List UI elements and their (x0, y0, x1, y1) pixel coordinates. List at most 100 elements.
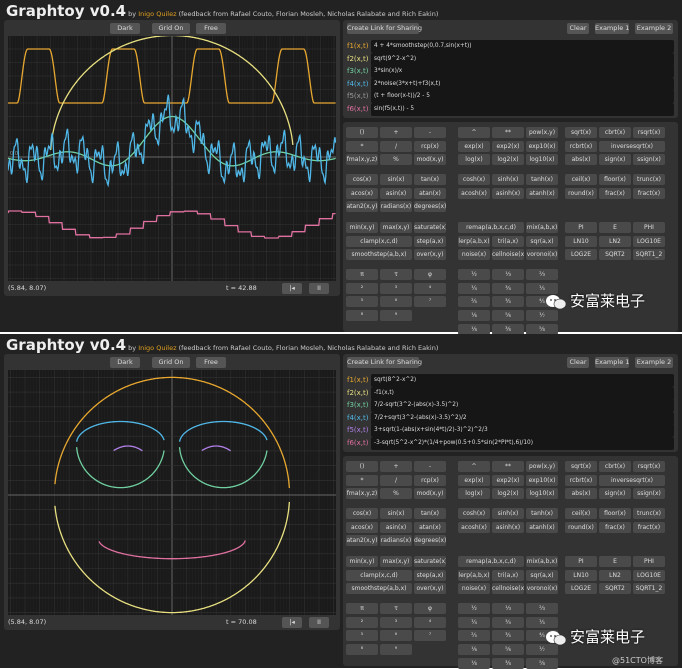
formula-input-f1[interactable]: 4 + 4*smoothstep(0,0.7,sin(x+t)) (371, 40, 674, 53)
key-button[interactable]: sqrt(x) (565, 461, 597, 472)
key-button[interactable]: ⅖ (458, 630, 490, 642)
key-button[interactable]: ⅙ (458, 310, 490, 322)
key-button[interactable]: ⁸ (346, 310, 378, 322)
formula-input-f6[interactable]: sin(f5(x,t)) - 5 (371, 102, 674, 116)
key-button[interactable]: sinh(x) (492, 508, 524, 519)
key-button[interactable]: degrees(x) (414, 201, 446, 213)
key-button[interactable]: ⅐ (526, 310, 558, 322)
key-button[interactable]: % (380, 154, 412, 166)
free-button[interactable]: Free (196, 23, 226, 34)
key-button[interactable]: log(x) (458, 154, 490, 166)
key-button[interactable]: sign(x) (599, 488, 631, 500)
formula-input-f3[interactable]: 3*sin(x)/x (371, 65, 674, 78)
key-button[interactable]: SQRT1_2 (633, 583, 665, 595)
key-button[interactable]: LN10 (565, 569, 597, 581)
key-button[interactable]: PI (565, 222, 597, 233)
key-button[interactable]: - (414, 461, 446, 472)
key-button[interactable]: tri(a,x) (492, 235, 524, 247)
key-button[interactable]: τ (380, 269, 412, 280)
key-button[interactable]: ** (492, 127, 524, 138)
key-button[interactable]: over(x,y) (414, 249, 446, 261)
key-button[interactable]: remap(a,b,x,c,d) (458, 556, 524, 567)
key-button[interactable]: tan(x) (414, 174, 446, 185)
key-button[interactable]: ⁵ (346, 630, 378, 642)
key-button[interactable]: exp2(x) (492, 140, 524, 152)
key-button[interactable]: ³ (380, 282, 412, 294)
key-button[interactable]: acosh(x) (458, 187, 490, 199)
key-button[interactable]: ⁹ (380, 310, 412, 322)
key-button[interactable]: cellnoise(x) (492, 249, 524, 261)
graph-canvas[interactable]: 0.0 (1, 34, 337, 281)
reset-time-button[interactable]: |◂ (282, 617, 302, 628)
key-button[interactable]: cbrt(x) (599, 461, 631, 472)
key-button[interactable]: trunc(x) (633, 508, 665, 519)
key-button[interactable]: smoothstep(a,b,x) (346, 249, 412, 261)
key-button[interactable]: * (346, 474, 378, 486)
key-button[interactable]: ⅚ (492, 644, 524, 656)
ex1-button[interactable]: Example 1 (595, 357, 629, 368)
formula-input-f6[interactable]: -3-sqrt(5^2-x^2)*(1/4+pow(0.5+0.5*sin(2*… (371, 436, 674, 450)
key-button[interactable]: ⁷ (414, 630, 446, 642)
key-button[interactable]: () (346, 127, 378, 138)
key-button[interactable]: atan(x) (414, 521, 446, 533)
dark-button[interactable]: Dark (110, 357, 140, 368)
key-button[interactable]: acos(x) (346, 521, 378, 533)
key-button[interactable]: atanh(x) (526, 521, 558, 533)
key-button[interactable]: lerp(a,b,x) (458, 235, 490, 247)
key-button[interactable]: sqrt(x) (565, 127, 597, 138)
key-button[interactable]: smoothstep(a,b,x) (346, 583, 412, 595)
key-button[interactable]: LOG2E (565, 583, 597, 595)
key-button[interactable]: sqr(a,x) (526, 569, 558, 581)
key-button[interactable]: LOG10E (633, 569, 665, 581)
key-button[interactable]: SQRT2 (599, 249, 631, 261)
key-button[interactable]: rcbrt(x) (565, 474, 597, 486)
key-button[interactable]: sinh(x) (492, 174, 524, 185)
key-button[interactable]: ⅚ (492, 310, 524, 322)
key-button[interactable]: log10(x) (526, 154, 558, 166)
share-link-button[interactable]: Create Link for Sharing (347, 23, 422, 34)
key-button[interactable]: cosh(x) (458, 508, 490, 519)
key-button[interactable]: ⁴ (414, 616, 446, 628)
key-button[interactable]: ⁷ (414, 296, 446, 308)
key-button[interactable]: φ (414, 603, 446, 614)
key-button[interactable]: asinh(x) (492, 187, 524, 199)
key-button[interactable]: tanh(x) (526, 174, 558, 185)
key-button[interactable]: frac(x) (599, 521, 631, 533)
key-button[interactable]: asin(x) (380, 521, 412, 533)
ex1-button[interactable]: Example 1 (595, 23, 629, 34)
key-button[interactable]: sin(x) (380, 508, 412, 519)
key-button[interactable]: trunc(x) (633, 174, 665, 185)
key-button[interactable]: π (346, 269, 378, 280)
key-button[interactable]: exp(x) (458, 474, 490, 486)
key-button[interactable]: step(a,x) (414, 235, 446, 247)
key-button[interactable]: ½ (458, 269, 490, 280)
key-button[interactable]: ⅔ (526, 269, 558, 280)
formula-input-f1[interactable]: sqrt(8^2-x^2) (371, 374, 674, 387)
key-button[interactable]: atan2(x,y) (346, 535, 378, 547)
key-button[interactable]: cellnoise(x) (492, 583, 524, 595)
key-button[interactable]: lerp(a,b,x) (458, 569, 490, 581)
key-button[interactable]: asinh(x) (492, 521, 524, 533)
key-button[interactable]: ¾ (492, 282, 524, 294)
key-button[interactable]: ⅔ (526, 603, 558, 614)
key-button[interactable]: cos(x) (346, 174, 378, 185)
key-button[interactable]: round(x) (565, 521, 597, 533)
key-button[interactable]: ⁹ (380, 644, 412, 656)
key-button[interactable]: saturate(x) (414, 222, 446, 233)
key-button[interactable]: abs(x) (565, 154, 597, 166)
key-button[interactable]: * (346, 140, 378, 152)
key-button[interactable]: round(x) (565, 187, 597, 199)
key-button[interactable]: pow(x,y) (526, 461, 558, 472)
key-button[interactable]: PI (565, 556, 597, 567)
graph-canvas[interactable] (1, 370, 336, 615)
key-button[interactable]: / (380, 140, 412, 152)
key-button[interactable]: cbrt(x) (599, 127, 631, 138)
key-button[interactable]: noise(x) (458, 249, 490, 261)
formula-input-f4[interactable]: 2*noise(3*x+t)+f3(x,t) (371, 77, 674, 91)
key-button[interactable]: ³ (380, 616, 412, 628)
key-button[interactable]: PHI (633, 222, 665, 233)
formula-input-f5[interactable]: (t + floor(x-t))/2 - 5 (371, 90, 674, 103)
key-button[interactable]: atan(x) (414, 187, 446, 199)
key-button[interactable]: clamp(x,c,d) (346, 569, 412, 581)
key-button[interactable]: ⁴ (414, 282, 446, 294)
